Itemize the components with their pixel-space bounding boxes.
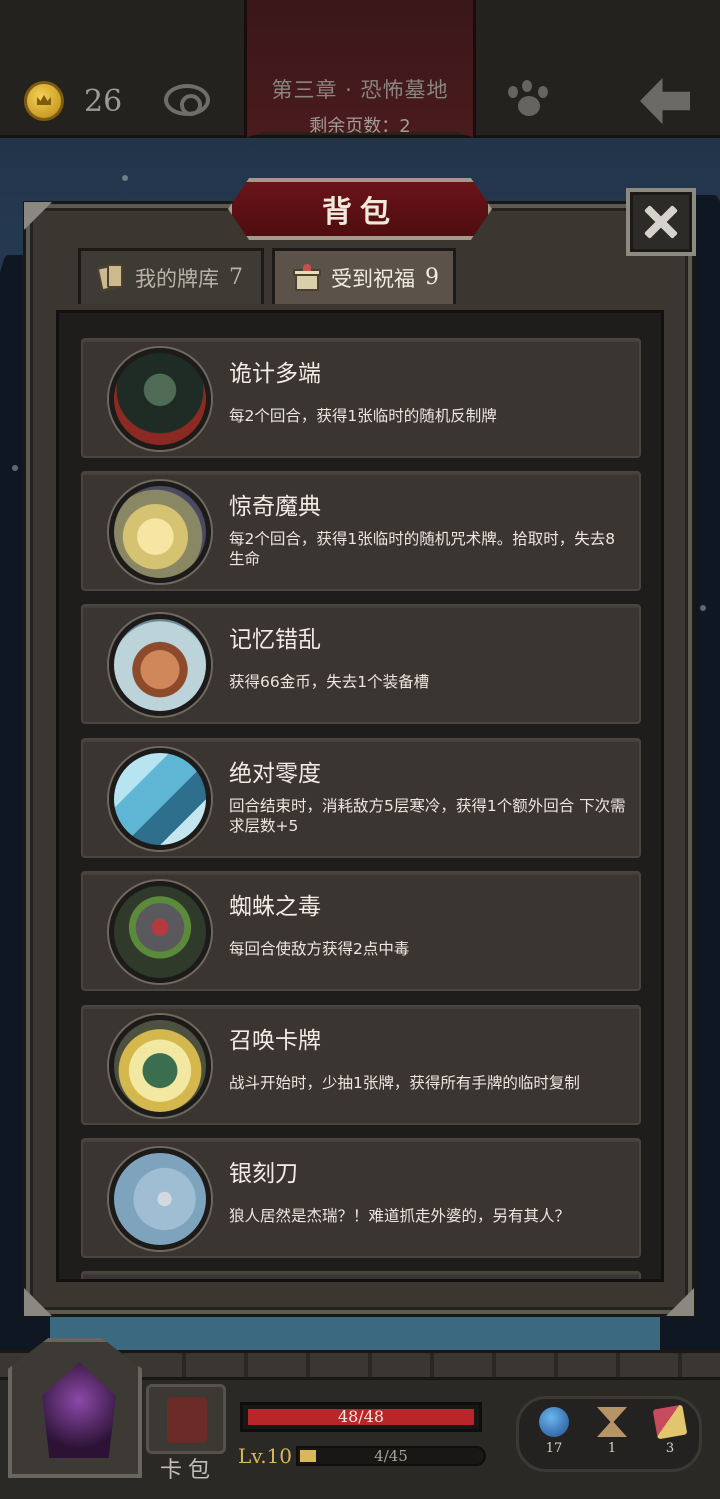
potion-icon xyxy=(539,1407,569,1437)
pages-left: 剩余页数：2 xyxy=(309,116,411,137)
cards-icon xyxy=(96,263,125,292)
tab-label: 受到祝福 xyxy=(331,266,415,291)
hero-avatar xyxy=(42,1362,116,1458)
blessing-item[interactable]: 银刻刀 狼人居然是杰瑞？！难道抓走外婆的，另有其人？ xyxy=(81,1138,641,1258)
back-arrow-icon[interactable] xyxy=(640,78,690,124)
card-bag-button[interactable] xyxy=(146,1384,226,1454)
xp-text: 4/45 xyxy=(374,1447,408,1465)
tab-my-deck[interactable]: 我的牌库 7 xyxy=(78,248,264,304)
blessing-name: 绝对零度 xyxy=(229,761,321,787)
blessing-desc: 每2个回合，获得1张临时的随机咒术牌。拾取时，失去8生命 xyxy=(229,530,616,568)
blessing-name: 蜘蛛之毒 xyxy=(229,894,321,920)
coin-count: 26 xyxy=(84,84,123,119)
blessing-item[interactable]: 惊奇魔典 每2个回合，获得1张临时的随机咒术牌。拾取时，失去8生命 xyxy=(81,471,641,591)
xp-bar: 4/45 xyxy=(296,1446,486,1466)
blessing-name: 召唤卡牌 xyxy=(229,1028,321,1054)
blessing-desc: 获得66金币，失去1个装备槽 xyxy=(229,673,430,691)
hourglass-icon xyxy=(597,1407,627,1437)
blessing-desc: 狼人居然是杰瑞？！难道抓走外婆的，另有其人？ xyxy=(229,1207,571,1225)
blessing-item[interactable]: 记忆错乱 获得66金币，失去1个装备槽 xyxy=(81,604,641,724)
spellbook-portrait xyxy=(109,481,211,583)
panel-title-text: 背包 xyxy=(322,195,398,230)
silver-knife-portrait xyxy=(109,1148,211,1250)
blessing-item[interactable]: 召唤卡牌 战斗开始时，少抽1张牌，获得所有手牌的临时复制 xyxy=(81,1005,641,1125)
chapter-title: 第三章 · 恐怖墓地 xyxy=(271,78,449,102)
hero-avatar-frame[interactable] xyxy=(8,1338,142,1478)
resource-panel: 17 1 3 xyxy=(516,1396,702,1472)
tab-blessings[interactable]: 受到祝福 9 xyxy=(272,248,456,304)
blessing-desc: 回合结束时，消耗敌方5层寒冷，获得1个额外回合 下次需求层数+5 xyxy=(229,797,626,835)
blessing-item[interactable]: 诡计多端 每2个回合，获得1张临时的随机反制牌 xyxy=(81,338,641,458)
blessing-list-viewport[interactable]: 诡计多端 每2个回合，获得1张临时的随机反制牌 惊奇魔典 每2个回合，获得1张临… xyxy=(56,310,664,1282)
gift-icon xyxy=(293,263,321,292)
blessing-item[interactable]: 蜘蛛之毒 每回合使敌方获得2点中毒 xyxy=(81,871,641,991)
card-bag-icon xyxy=(167,1397,207,1443)
blessing-name: 惊奇魔典 xyxy=(229,494,321,520)
blessing-item[interactable]: 绝对零度 回合结束时，消耗敌方5层寒冷，获得1个额外回合 下次需求层数+5 xyxy=(81,738,641,858)
potion-slot[interactable]: 17 xyxy=(529,1399,579,1456)
cards-icon xyxy=(652,1404,688,1440)
card-bag-label: 卡包 xyxy=(160,1458,217,1483)
potion-count: 17 xyxy=(545,1441,563,1456)
hp-bar: 48/48 xyxy=(240,1402,482,1432)
paw-icon[interactable] xyxy=(506,80,552,118)
tab-count: 7 xyxy=(229,265,243,290)
blessing-name: 诡计多端 xyxy=(229,361,321,387)
blessing-desc: 战斗开始时，少抽1张牌，获得所有手牌的临时复制 xyxy=(229,1074,580,1092)
spider-portrait xyxy=(109,881,211,983)
cards-slot[interactable]: 3 xyxy=(645,1399,695,1456)
blessing-item[interactable] xyxy=(81,1271,641,1279)
hourglass-slot[interactable]: 1 xyxy=(587,1399,637,1456)
cards-count: 3 xyxy=(665,1441,675,1456)
panel-title: 背包 xyxy=(228,178,492,240)
eye-icon[interactable] xyxy=(164,84,210,116)
level-text: Lv.10 xyxy=(238,1444,293,1468)
top-bar: 26 第三章 · 恐怖墓地 剩余页数：2 xyxy=(0,0,720,138)
coin-icon xyxy=(24,81,64,121)
blessing-desc: 每回合使敌方获得2点中毒 xyxy=(229,940,410,958)
trickster-portrait xyxy=(109,348,211,450)
blessing-name: 银刻刀 xyxy=(229,1161,298,1187)
hp-text: 48/48 xyxy=(337,1407,385,1426)
summon-cards-portrait xyxy=(109,1015,211,1117)
blessing-desc: 每2个回合，获得1张临时的随机反制牌 xyxy=(229,407,497,425)
confused-man-portrait xyxy=(109,614,211,716)
chapter-banner: 第三章 · 恐怖墓地 剩余页数：2 xyxy=(244,0,476,138)
blessing-name: 记忆错乱 xyxy=(229,627,321,653)
tab-count: 9 xyxy=(425,265,439,290)
tab-label: 我的牌库 xyxy=(135,266,219,291)
hourglass-count: 1 xyxy=(607,1441,617,1456)
close-button[interactable] xyxy=(626,188,696,256)
ice-crystal-portrait xyxy=(109,748,211,850)
